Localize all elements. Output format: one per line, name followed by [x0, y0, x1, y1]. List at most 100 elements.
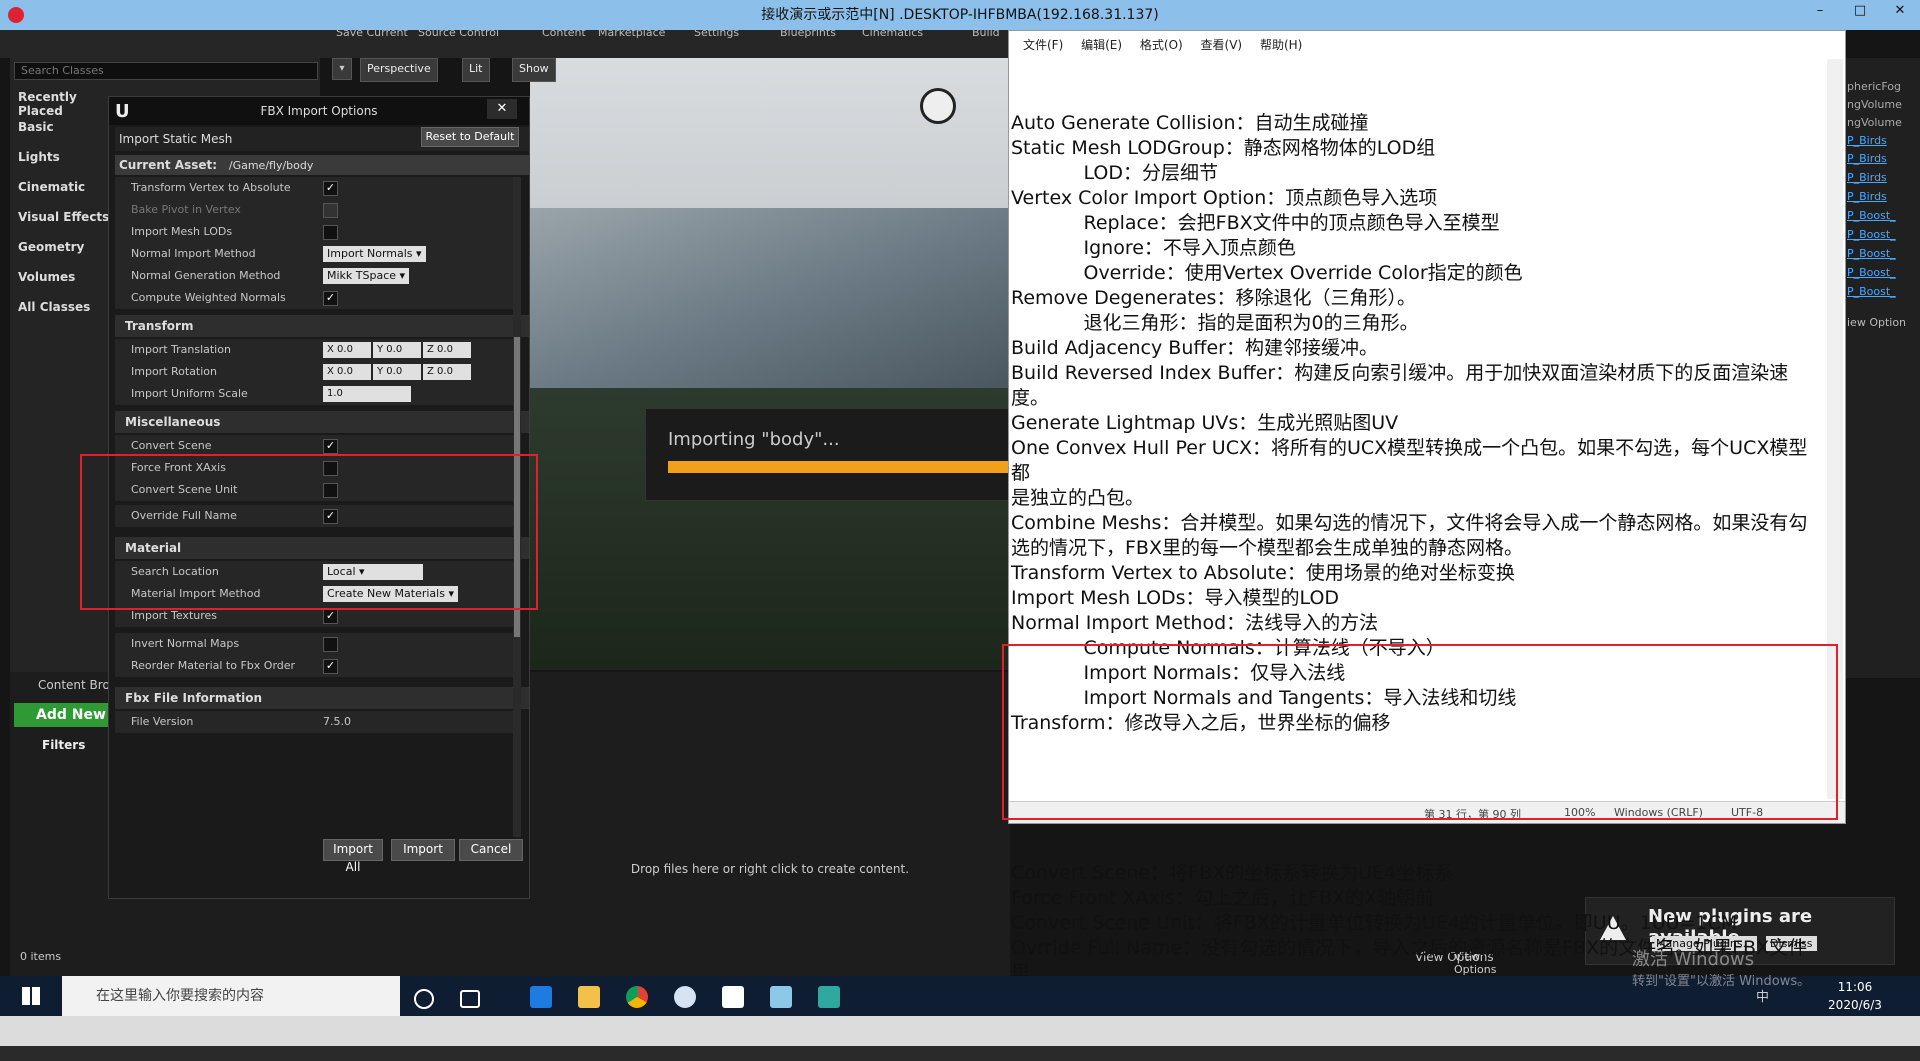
mode-volumes[interactable]: Volumes — [18, 270, 118, 284]
invert-normal-maps-checkbox[interactable] — [323, 637, 338, 652]
viewport-menu-icon[interactable]: ▾ — [332, 58, 352, 80]
toolbar-cinematics[interactable]: Cinematics — [862, 26, 923, 39]
row-reorder-material: Reorder Material to Fbx Order ✓ — [115, 655, 519, 677]
outliner-item[interactable]: P_Boost_ — [1847, 228, 1896, 241]
filters-button[interactable]: Filters — [42, 738, 85, 752]
rotation-z[interactable]: Z 0.0 — [423, 364, 471, 380]
import-mesh-lods-checkbox[interactable] — [323, 225, 338, 240]
import-button[interactable]: Import — [391, 839, 455, 861]
app-icon[interactable] — [818, 986, 840, 1008]
chrome-icon[interactable] — [626, 986, 648, 1008]
compute-weighted-normals-checkbox[interactable]: ✓ — [323, 291, 338, 306]
notepad-highlight-box — [1002, 644, 1838, 820]
row-import-uniform-scale: Import Uniform Scale 1.0 — [115, 383, 519, 405]
mode-all-classes[interactable]: All Classes — [18, 300, 118, 314]
translation-y[interactable]: Y 0.0 — [373, 342, 421, 358]
remote-app-taskbar-icon[interactable] — [770, 986, 792, 1008]
transform-vertex-checkbox[interactable]: ✓ — [323, 181, 338, 196]
view-options-partial[interactable]: iew Option — [1847, 316, 1906, 329]
outliner-item[interactable]: P_Boost_ — [1847, 285, 1896, 298]
mode-recently-placed[interactable]: Recently Placed — [18, 90, 118, 118]
outliner-item[interactable]: P_Birds — [1847, 152, 1887, 165]
transform-section-header[interactable]: Transform — [115, 315, 529, 337]
fbx-dialog-titlebar: U FBX Import Options ✕ — [109, 97, 529, 125]
remote-window-bottom-scrollbar[interactable] — [0, 1016, 1920, 1046]
outliner-item[interactable]: ngVolume — [1847, 116, 1902, 129]
menu-file[interactable]: 文件(F) — [1023, 31, 1063, 59]
app-icon[interactable] — [674, 986, 696, 1008]
outliner-item[interactable]: P_Boost_ — [1847, 247, 1896, 260]
rotation-x[interactable]: X 0.0 — [323, 364, 371, 380]
cancel-button[interactable]: Cancel — [459, 839, 523, 861]
bake-pivot-checkbox[interactable] — [323, 203, 338, 218]
close-icon[interactable]: ✕ — [487, 99, 517, 119]
menu-format[interactable]: 格式(O) — [1140, 31, 1183, 59]
outliner-item[interactable]: ngVolume — [1847, 98, 1902, 111]
maximize-button[interactable]: □ — [1840, 0, 1880, 22]
outliner-item[interactable]: P_Birds — [1847, 134, 1887, 147]
row-label: Import Rotation — [131, 365, 218, 378]
toolbar-source-control[interactable]: Source Control — [418, 26, 499, 39]
toolbar-settings[interactable]: Settings — [694, 26, 739, 39]
import-textures-checkbox[interactable]: ✓ — [323, 609, 338, 624]
taskbar-clock[interactable]: 11:06 2020/6/3 — [1810, 978, 1900, 1014]
row-invert-normal-maps: Invert Normal Maps — [115, 633, 519, 655]
notepad-icon[interactable] — [722, 986, 744, 1008]
remote-window-title: 接收演示或示范中[N] .DESKTOP-IHFBMBA(192.168.31.… — [761, 7, 1159, 23]
file-version-value: 7.5.0 — [323, 715, 351, 728]
outliner-item[interactable]: phericFog — [1847, 80, 1901, 93]
reset-to-default-button[interactable]: Reset to Default — [421, 127, 519, 147]
file-info-section-header[interactable]: Fbx File Information — [115, 687, 529, 709]
lit-button[interactable]: Lit — [462, 58, 490, 82]
task-view-icon[interactable] — [460, 990, 480, 1008]
translation-x[interactable]: X 0.0 — [323, 342, 371, 358]
edge-icon[interactable] — [530, 986, 552, 1008]
close-button[interactable]: ✕ — [1880, 0, 1920, 22]
file-explorer-icon[interactable] — [578, 986, 600, 1008]
cortana-icon[interactable] — [414, 989, 434, 1009]
rotation-y[interactable]: Y 0.0 — [373, 364, 421, 380]
toolbar-blueprints[interactable]: Blueprints — [780, 26, 836, 39]
mode-visual-effects[interactable]: Visual Effects — [18, 210, 118, 224]
outliner-item[interactable]: P_Birds — [1847, 190, 1887, 203]
translation-z[interactable]: Z 0.0 — [423, 342, 471, 358]
mode-basic[interactable]: Basic — [18, 120, 118, 134]
toolbar-content[interactable]: Content — [542, 26, 586, 39]
show-button[interactable]: Show — [512, 58, 556, 82]
toolbar-marketplace[interactable]: Marketplace — [598, 26, 665, 39]
row-normal-import-method: Normal Import Method Import Normals ▾ — [115, 243, 519, 265]
menu-view[interactable]: 查看(V) — [1201, 31, 1243, 59]
perspective-button[interactable]: Perspective — [360, 58, 438, 82]
mode-geometry[interactable]: Geometry — [18, 240, 118, 254]
outliner-item[interactable]: P_Boost_ — [1847, 209, 1896, 222]
toolbar-save-current[interactable]: Save Current — [336, 26, 408, 39]
row-transform-vertex: Transform Vertex to Absolute ✓ — [115, 177, 519, 199]
level-viewport[interactable] — [530, 58, 1010, 670]
normal-generation-dropdown[interactable]: Mikk TSpace ▾ — [323, 268, 410, 284]
menu-edit[interactable]: 编辑(E) — [1081, 31, 1122, 59]
mode-lights[interactable]: Lights — [18, 150, 118, 164]
dropdown-value: Mikk TSpace — [327, 269, 397, 282]
import-progress-bar — [668, 461, 1011, 473]
toolbar-build[interactable]: Build — [972, 26, 1000, 39]
taskbar-search-box[interactable]: 在这里输入你要搜索的内容 — [62, 976, 400, 1016]
reorder-material-checkbox[interactable]: ✓ — [323, 659, 338, 674]
dropdown-value: Import Normals — [327, 247, 413, 260]
misc-section-header[interactable]: Miscellaneous — [115, 411, 529, 433]
import-all-button[interactable]: Import All — [323, 839, 383, 874]
uniform-scale-input[interactable]: 1.0 — [323, 386, 411, 402]
system-tray[interactable]: 中 — [1434, 986, 1769, 1006]
normal-import-method-dropdown[interactable]: Import Normals ▾ — [323, 246, 426, 262]
row-bake-pivot: Bake Pivot in Vertex — [115, 199, 519, 221]
search-classes-input[interactable]: Search Classes — [14, 62, 318, 80]
windows-start-icon[interactable] — [22, 987, 40, 1005]
import-type: Import Static Mesh — [119, 132, 233, 146]
convert-scene-checkbox[interactable]: ✓ — [323, 439, 338, 454]
outliner-item[interactable]: P_Birds — [1847, 171, 1887, 184]
outliner-item[interactable]: P_Boost_ — [1847, 266, 1896, 279]
minimize-button[interactable]: – — [1800, 0, 1840, 22]
menu-help[interactable]: 帮助(H) — [1260, 31, 1302, 59]
sun-icon[interactable] — [920, 88, 956, 124]
mode-cinematic[interactable]: Cinematic — [18, 180, 118, 194]
add-new-button[interactable]: Add New — [14, 703, 108, 727]
